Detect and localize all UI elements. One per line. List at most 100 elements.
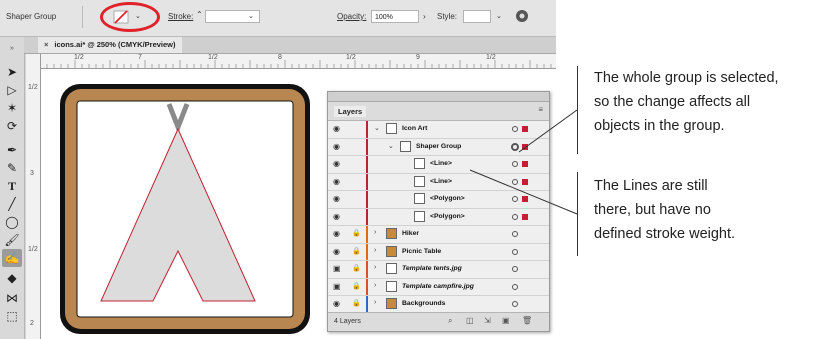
expand-right-icon[interactable]: › (374, 229, 376, 236)
visibility-eye-icon[interactable]: ◉ (333, 159, 340, 168)
layer-row[interactable]: ◉ <Line> (328, 156, 549, 174)
layer-name: Template campfire.jpg (402, 282, 474, 290)
visibility-eye-icon[interactable]: ◉ (333, 124, 340, 133)
target-circle-icon[interactable] (512, 301, 518, 307)
style-dropdown-icon[interactable]: ⌄ (496, 12, 502, 20)
selection-indicator[interactable] (522, 161, 528, 167)
layer-name: <Polygon> (430, 212, 465, 220)
lock-icon[interactable]: 🔒 (352, 229, 361, 237)
layers-tab[interactable]: Layers ≡ (328, 102, 549, 121)
layer-row[interactable]: ◉ 🔒 › Backgrounds (328, 296, 549, 314)
expand-down-icon[interactable]: ⌄ (374, 124, 380, 132)
expand-right-icon[interactable]: › (374, 247, 376, 254)
stroke-stepper-icon[interactable]: ⌃ (196, 10, 203, 19)
ruler-label: 7 (138, 54, 142, 61)
document-tab-strip: × icons.ai* @ 250% (CMYK/Preview) (24, 37, 556, 54)
ellipse-tool-icon[interactable]: ◯ (2, 213, 22, 231)
layer-row[interactable]: ◉ <Polygon> (328, 191, 549, 209)
opacity-arrow-icon[interactable]: › (423, 12, 426, 21)
stroke-dropdown-icon[interactable]: ⌄ (248, 12, 254, 20)
callout-line (577, 172, 578, 256)
scale-tool-icon[interactable]: ⬚ (2, 307, 22, 325)
layer-name: Icon Art (402, 125, 428, 132)
layer-row[interactable]: ▣ 🔒 › Template tents.jpg (328, 261, 549, 279)
pen-tool-icon[interactable]: ✒ (2, 141, 22, 159)
delete-layer-icon[interactable]: 🗑 (522, 316, 532, 325)
layer-row[interactable]: ◉ ⌄ Icon Art (328, 121, 549, 139)
type-tool-icon[interactable]: T (2, 177, 22, 195)
target-circle-icon[interactable] (512, 283, 518, 290)
style-dropdown[interactable] (463, 10, 491, 23)
lasso-tool-icon[interactable]: ⟳ (2, 117, 22, 135)
target-circle-icon[interactable] (512, 266, 518, 272)
lock-icon[interactable]: 🔒 (352, 299, 361, 307)
layer-row[interactable]: ◉ ⌄ Shaper Group (328, 138, 549, 156)
visibility-eye-icon[interactable]: ◉ (333, 177, 340, 186)
visibility-eye-icon[interactable]: ◉ (333, 229, 340, 238)
visibility-eye-icon[interactable]: ◉ (333, 212, 340, 221)
ruler-label: 1/2 (346, 54, 356, 61)
selection-indicator[interactable] (522, 143, 528, 150)
paintbrush-tool-icon[interactable]: 🖌 (2, 231, 22, 249)
target-circle-icon[interactable] (512, 213, 518, 220)
teepee-artwork[interactable] (41, 69, 341, 339)
layer-thumbnail (414, 175, 425, 187)
visibility-eye-icon[interactable]: ◉ (333, 194, 340, 203)
locate-object-icon[interactable]: ⌕ (448, 316, 452, 326)
ruler-label: 1/2 (208, 54, 218, 61)
expand-right-icon[interactable]: › (374, 299, 376, 306)
layer-row[interactable]: ◉ <Polygon> (328, 208, 549, 226)
curvature-tool-icon[interactable]: ✎ (2, 159, 22, 177)
lock-icon[interactable]: 🔒 (352, 247, 361, 255)
create-sublayer-icon[interactable]: ⇲ (484, 316, 491, 325)
target-circle-icon[interactable] (512, 248, 518, 255)
target-circle-icon[interactable] (512, 196, 518, 202)
selection-indicator[interactable] (522, 126, 528, 132)
selection-indicator[interactable] (522, 213, 528, 220)
target-circle-icon[interactable] (512, 178, 518, 185)
expand-right-icon[interactable]: › (374, 264, 376, 271)
magic-wand-tool-icon[interactable]: ✶ (2, 99, 22, 117)
layer-name: Hiker (402, 230, 420, 237)
layer-row[interactable]: ◉ 🔒 › Hiker (328, 226, 549, 244)
visibility-eye-icon[interactable]: ◉ (333, 299, 340, 308)
selection-indicator[interactable] (522, 196, 528, 202)
opacity-field[interactable]: 100% (371, 10, 419, 23)
selection-tool-icon[interactable]: ➤ (2, 63, 22, 81)
make-clipping-mask-icon[interactable]: ◫ (466, 316, 474, 325)
layer-thumbnail (386, 228, 397, 239)
target-circle-icon[interactable] (512, 126, 518, 132)
target-circle-icon[interactable] (512, 231, 518, 237)
shaper-tool-icon[interactable]: ✍ (2, 249, 22, 267)
stroke-label[interactable]: Stroke: (168, 12, 193, 21)
selection-indicator[interactable] (522, 178, 528, 185)
line-tool-icon[interactable]: ╱ (2, 195, 22, 213)
lock-icon[interactable]: 🔒 (352, 264, 361, 272)
panel-collapse-icon[interactable]: » (2, 39, 22, 57)
visibility-eye-icon[interactable]: ▣ (333, 264, 341, 273)
new-layer-icon[interactable]: ▣ (502, 316, 510, 325)
eraser-tool-icon[interactable]: ◆ (2, 269, 22, 287)
recolor-icon[interactable] (515, 9, 529, 23)
rotate-reflect-tool-icon[interactable]: ⋈ (2, 289, 22, 307)
target-circle-icon[interactable] (512, 161, 518, 167)
visibility-eye-icon[interactable]: ▣ (333, 282, 341, 291)
layers-tab-label: Layers (334, 106, 367, 117)
layer-color-bar (366, 208, 368, 225)
direct-selection-tool-icon[interactable]: ▷ (2, 81, 22, 99)
visibility-eye-icon[interactable]: ◉ (333, 247, 340, 256)
expand-down-icon[interactable]: ⌄ (388, 142, 394, 150)
panel-menu-icon[interactable]: ≡ (538, 105, 543, 114)
lock-icon[interactable]: 🔒 (352, 282, 361, 290)
layer-row[interactable]: ▣ 🔒 › Template campfire.jpg (328, 278, 549, 296)
panel-titlebar[interactable] (328, 92, 549, 102)
expand-right-icon[interactable]: › (374, 282, 376, 289)
target-circle-icon[interactable] (511, 142, 519, 151)
visibility-eye-icon[interactable]: ◉ (333, 142, 340, 151)
opacity-label[interactable]: Opacity: (337, 12, 366, 21)
document-tab[interactable]: × icons.ai* @ 250% (CMYK/Preview) (38, 37, 182, 53)
layer-row[interactable]: ◉ <Line> (328, 173, 549, 191)
layer-row[interactable]: ◉ 🔒 › Picnic Table (328, 243, 549, 261)
layers-panel: Layers ≡ ◉ ⌄ Icon Art ◉ ⌄ Shaper Group ◉ <Line>… (327, 91, 550, 332)
close-tab-icon[interactable]: × (44, 40, 48, 49)
